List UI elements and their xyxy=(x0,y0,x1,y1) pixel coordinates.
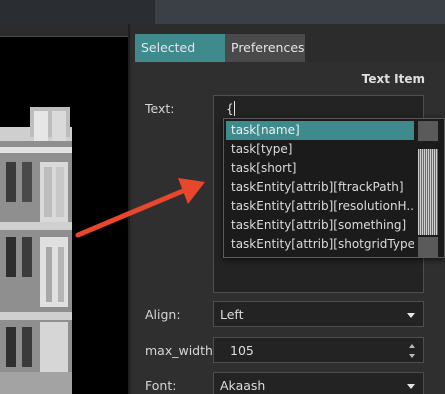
font-value: Akaash xyxy=(220,378,266,393)
autocomplete-scrollbar[interactable] xyxy=(418,121,444,257)
text-label: Text: xyxy=(145,101,175,116)
building-image xyxy=(0,107,72,394)
tab-selected-item[interactable]: Selected Item xyxy=(135,34,225,83)
chevron-down-icon xyxy=(407,384,415,389)
max-width-value: 105 xyxy=(230,343,254,358)
scrollbar-bottom-handle[interactable] xyxy=(418,237,438,257)
title-bar-left xyxy=(0,0,155,24)
autocomplete-item[interactable]: task[short] xyxy=(226,159,414,178)
autocomplete-item[interactable]: task[name] xyxy=(226,121,414,140)
autocomplete-item[interactable]: taskEntity[attrib][shotgridType] xyxy=(226,235,414,254)
autocomplete-item[interactable]: taskEntity[attrib][resolutionH... xyxy=(226,197,414,216)
text-cursor xyxy=(234,101,235,116)
section-title: Text Item xyxy=(361,72,425,86)
autocomplete-item[interactable]: taskEntity[attrib][ftrackPath] xyxy=(226,178,414,197)
title-bar xyxy=(0,0,445,24)
text-input-value: { xyxy=(226,102,234,116)
font-label: Font: xyxy=(145,378,177,393)
scrollbar-top-handle[interactable] xyxy=(418,121,438,141)
autocomplete-item[interactable]: taskEntity[attrib][something] xyxy=(226,216,414,235)
max-width-spinbox[interactable]: 105 xyxy=(213,337,424,363)
font-select[interactable]: Akaash xyxy=(213,372,424,394)
annotation-arrow-icon xyxy=(75,178,205,238)
scrollbar-track[interactable] xyxy=(418,149,438,235)
tab-bar: Selected Item Preferences xyxy=(135,34,305,83)
spin-down-icon[interactable] xyxy=(409,354,415,358)
tab-preferences[interactable]: Preferences xyxy=(225,34,305,62)
autocomplete-list: task[name] task[type] task[short] taskEn… xyxy=(226,121,414,254)
align-select[interactable]: Left xyxy=(213,301,424,327)
autocomplete-item[interactable]: task[type] xyxy=(226,140,414,159)
spin-up-icon[interactable] xyxy=(409,344,415,348)
align-value: Left xyxy=(220,307,244,322)
autocomplete-popup: task[name] task[type] task[short] taskEn… xyxy=(223,118,445,258)
align-label: Align: xyxy=(145,307,181,322)
chevron-down-icon xyxy=(407,313,415,318)
max-width-label: max_width: xyxy=(145,343,218,358)
